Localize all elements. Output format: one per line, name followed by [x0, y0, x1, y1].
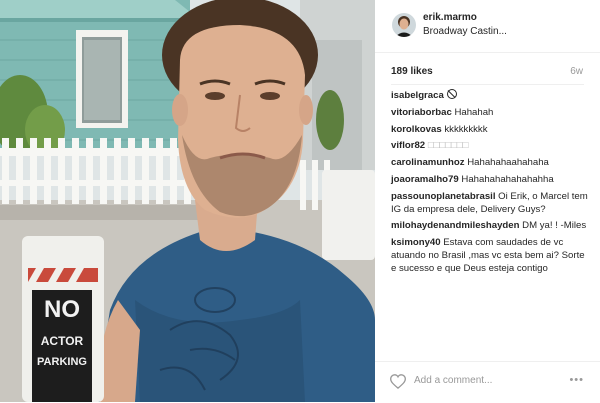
comment-text: □□□□□□□ — [427, 140, 469, 152]
comment-username[interactable]: viflor82 — [391, 140, 425, 151]
divider — [391, 84, 584, 85]
add-comment-input[interactable]: Add a comment... — [414, 375, 492, 386]
post-photo[interactable]: NO ACTOR PARKING — [0, 0, 375, 402]
comment-text: Hahahah — [454, 106, 494, 118]
comment-username[interactable]: isabelgraca — [391, 90, 444, 101]
comment-footer: Add a comment... ••• — [375, 361, 600, 403]
comment: passounoplanetabrasil Oi Erik, o Marcel … — [391, 191, 591, 217]
sign-text-no: NO — [44, 296, 80, 323]
avatar[interactable] — [392, 13, 416, 37]
comment: viflor82 □□□□□□□ — [391, 140, 591, 153]
comment: milohaydenandmileshayden DM ya! ! -Miles — [391, 220, 591, 233]
comment: isabelgraca — [391, 89, 591, 103]
comment-text: Hahahahaahahaha — [467, 157, 549, 169]
post-location[interactable]: Broadway Castin... — [423, 26, 507, 37]
post-header: erik.marmo Broadway Castin... — [375, 0, 600, 53]
comment-username[interactable]: ksimony40 — [391, 237, 441, 248]
comment-username[interactable]: carolinamunhoz — [391, 157, 465, 168]
comment: vitoriaborbac Hahahah — [391, 107, 591, 120]
comment-text: Hahahahahahahahha — [461, 173, 554, 185]
sign-text-actor: ACTOR — [40, 334, 84, 348]
comment-username[interactable]: passounoplanetabrasil — [391, 191, 496, 202]
comments-list: isabelgraca vitoriaborbac Hahahah korolk… — [391, 89, 591, 280]
comment-text: DM ya! ! -Miles — [522, 220, 587, 232]
comment-username[interactable]: korolkovas — [391, 124, 442, 135]
more-options-icon[interactable]: ••• — [569, 374, 584, 386]
post-username[interactable]: erik.marmo — [423, 12, 477, 23]
comment-username[interactable]: vitoriaborbac — [391, 107, 452, 118]
comment-username[interactable]: milohaydenandmileshayden — [391, 220, 520, 231]
likes-count[interactable]: 189 likes — [391, 66, 433, 77]
comment: korolkovas kkkkkkkkk — [391, 124, 591, 137]
comment: ksimony40 Estava com saudades de vc atua… — [391, 237, 591, 275]
comment-text: kkkkkkkkk — [444, 123, 488, 135]
post-details-panel: erik.marmo Broadway Castin... 189 likes … — [375, 0, 600, 402]
comment-username[interactable]: joaoramalho79 — [391, 174, 459, 185]
sign-text-parking: PARKING — [37, 356, 87, 368]
comment: carolinamunhoz Hahahahaahahaha — [391, 157, 591, 170]
heart-icon[interactable] — [389, 374, 407, 390]
blocked-icon — [446, 89, 457, 99]
comment: joaoramalho79 Hahahahahahahahha — [391, 174, 591, 187]
post-age[interactable]: 6w — [570, 66, 583, 77]
